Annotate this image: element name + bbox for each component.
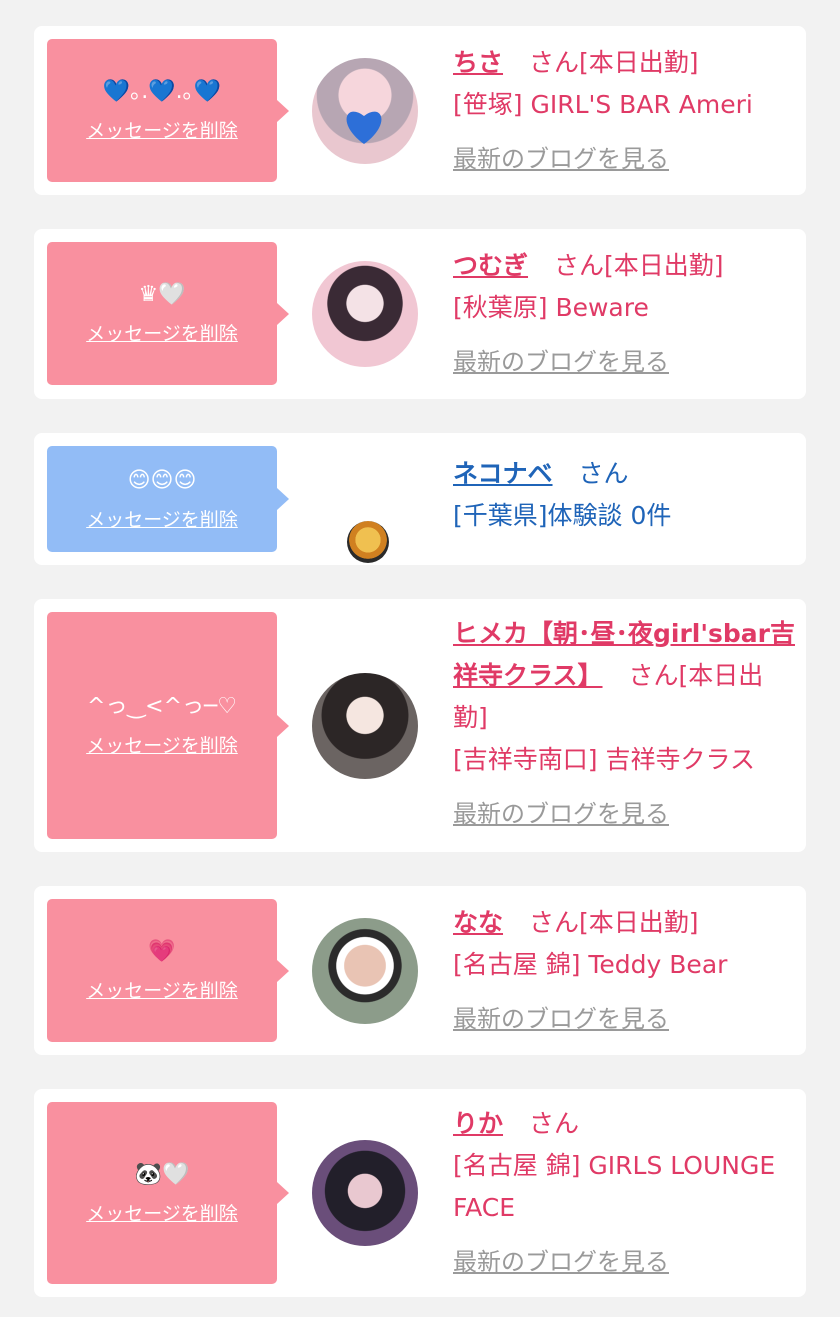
shop-text: [秋葉原] Beware [453, 293, 649, 322]
avatar[interactable] [312, 918, 418, 1024]
message-bubble: 💙｡.💙.｡💙 メッセージを削除 [47, 39, 289, 182]
message-card: 🐼🤍 メッセージを削除 りか さん [名古屋 錦] GIRLS LOUNGE FA… [34, 1089, 806, 1297]
shop-text: [名古屋 錦] GIRLS LOUNGE FACE [453, 1151, 776, 1222]
status-text: さん[本日出勤] [529, 908, 699, 937]
delete-message-link[interactable]: メッセージを削除 [86, 505, 238, 532]
profile-name-link[interactable]: りか [453, 1109, 503, 1138]
heart-icon [346, 111, 382, 144]
profile-info: ヒメカ【朝･昼･夜girl'sbar吉祥寺クラス】 さん[本日出勤] [吉祥寺南口… [453, 613, 798, 835]
profile-info: つむぎ さん[本日出勤] [秋葉原] Beware 最新のブログを見る [453, 245, 798, 383]
latest-blog-link[interactable]: 最新のブログを見る [453, 1241, 669, 1283]
status-text: さん [529, 1109, 580, 1138]
message-text: ♛🤍 [138, 282, 186, 307]
delete-message-link[interactable]: メッセージを削除 [86, 1199, 238, 1226]
profile-info: ネコナベ さん [千葉県]体験談 0件 [453, 453, 798, 537]
message-bubble: 🐼🤍 メッセージを削除 [47, 1102, 289, 1284]
message-bubble: ♛🤍 メッセージを削除 [47, 242, 289, 385]
status-text: さん[本日出勤] [529, 48, 699, 77]
message-bubble: 😊😊😊 メッセージを削除 [47, 446, 289, 552]
shop-text: [笹塚] GIRL'S BAR Ameri [453, 90, 753, 119]
delete-message-link[interactable]: メッセージを削除 [86, 116, 238, 143]
message-card: 💗 メッセージを削除 なな さん[本日出勤] [名古屋 錦] Teddy Bear… [34, 886, 806, 1055]
profile-name-link[interactable]: なな [453, 908, 503, 937]
message-text: 😊😊😊 [127, 467, 197, 493]
message-text: ^っ‿<^っ─♡ [87, 694, 237, 719]
message-text: 💙｡.💙.｡💙 [102, 79, 222, 104]
profile-name-link[interactable]: ちさ [453, 48, 503, 77]
delete-message-link[interactable]: メッセージを削除 [86, 976, 238, 1003]
shop-text: [名古屋 錦] Teddy Bear [453, 950, 728, 979]
suffix-text: さん [578, 459, 629, 488]
avatar[interactable] [312, 58, 418, 164]
message-text: 💗 [148, 939, 176, 964]
profile-info: りか さん [名古屋 錦] GIRLS LOUNGE FACE 最新のブログを見る [453, 1103, 798, 1283]
profile-info: ちさ さん[本日出勤] [笹塚] GIRL'S BAR Ameri 最新のブログを… [453, 42, 798, 180]
avatar[interactable] [312, 261, 418, 367]
status-text: さん[本日出勤] [554, 251, 724, 280]
message-card: ^っ‿<^っ─♡ メッセージを削除 ヒメカ【朝･昼･夜girl'sbar吉祥寺ク… [34, 599, 806, 852]
latest-blog-link[interactable]: 最新のブログを見る [453, 341, 669, 383]
message-bubble: ^っ‿<^っ─♡ メッセージを削除 [47, 612, 289, 839]
profile-name-link[interactable]: ネコナベ [453, 459, 553, 488]
shop-text: [吉祥寺南口] 吉祥寺クラス [453, 745, 755, 774]
message-card: ♛🤍 メッセージを削除 つむぎ さん[本日出勤] [秋葉原] Beware 最新の… [34, 229, 806, 399]
message-card: 😊😊😊 メッセージを削除 ネコナベ さん [千葉県]体験談 0件 [34, 433, 806, 565]
latest-blog-link[interactable]: 最新のブログを見る [453, 138, 669, 180]
avatar[interactable] [347, 521, 389, 563]
message-card: 💙｡.💙.｡💙 メッセージを削除 ちさ さん[本日出勤] [笹塚] GIRL'S … [34, 26, 806, 195]
avatar[interactable] [312, 1140, 418, 1246]
profile-name-link[interactable]: つむぎ [453, 251, 528, 280]
message-bubble: 💗 メッセージを削除 [47, 899, 289, 1042]
latest-blog-link[interactable]: 最新のブログを見る [453, 793, 669, 835]
delete-message-link[interactable]: メッセージを削除 [86, 731, 238, 758]
profile-info: なな さん[本日出勤] [名古屋 錦] Teddy Bear 最新のブログを見る [453, 902, 798, 1040]
latest-blog-link[interactable]: 最新のブログを見る [453, 998, 669, 1040]
avatar[interactable] [312, 673, 418, 779]
message-text: 🐼🤍 [134, 1161, 190, 1187]
delete-message-link[interactable]: メッセージを削除 [86, 319, 238, 346]
review-count-text: [千葉県]体験談 0件 [453, 501, 672, 530]
